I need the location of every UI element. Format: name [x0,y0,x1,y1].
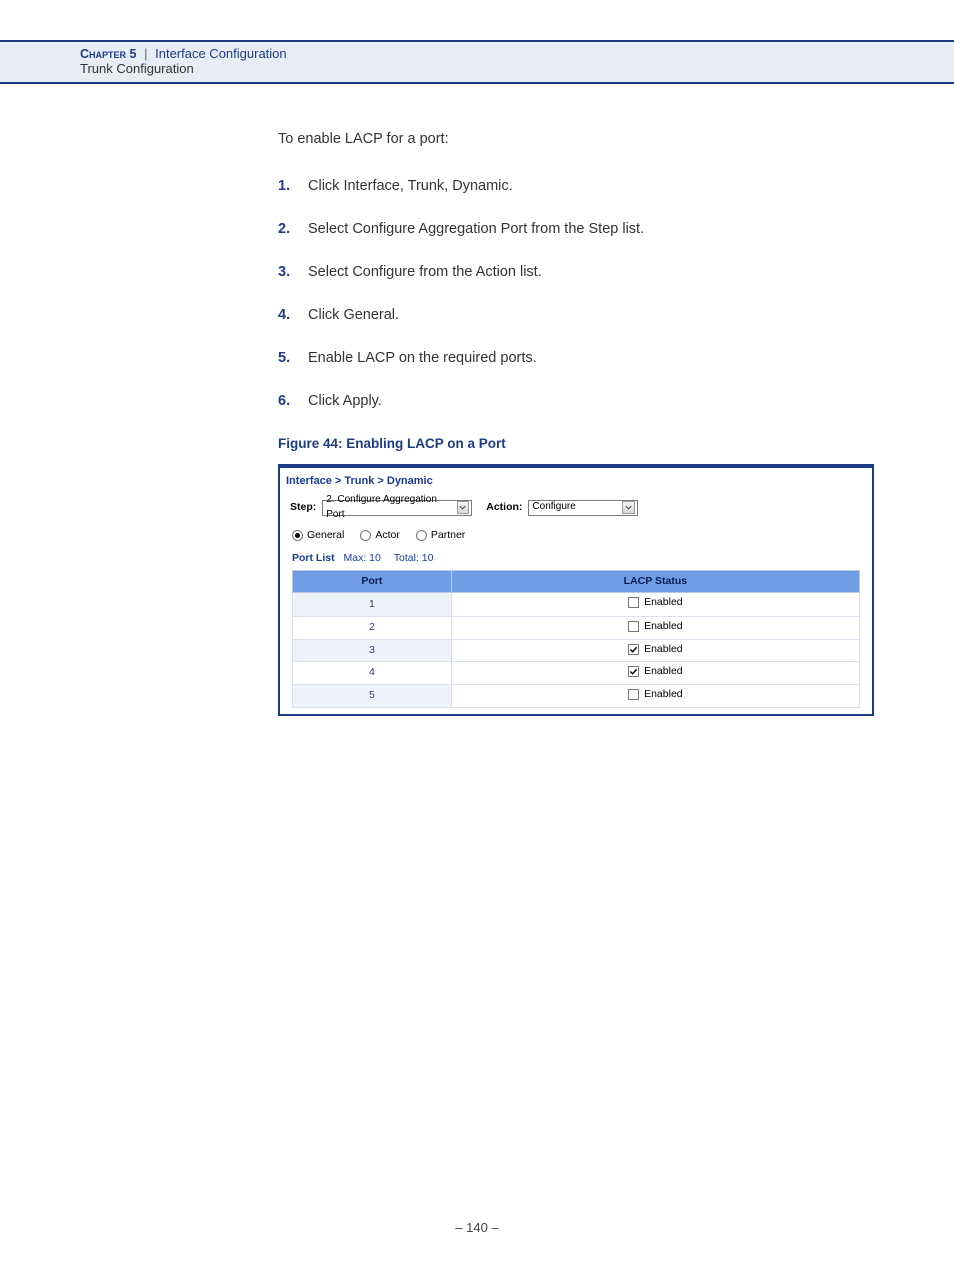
action-select-value: Configure [532,500,575,515]
table-row: 1 Enabled [293,593,860,616]
status-label: Enabled [644,619,683,634]
col-status: LACP Status [451,571,859,593]
chapter-separator: | [144,46,147,61]
radio-actor[interactable]: Actor [360,528,400,543]
step-item: 6.Click Apply. [278,391,874,412]
step-item: 5.Enable LACP on the required ports. [278,348,874,369]
port-table: Port LACP Status 1 Enabled 2 Enabled 3 Enable… [292,570,860,708]
figure-caption: Figure 44: Enabling LACP on a Port [278,434,874,454]
table-row: 2 Enabled [293,616,860,639]
figure-screenshot: Interface > Trunk > Dynamic Step: 2. Con… [278,464,874,716]
status-cell: Enabled [451,684,859,707]
port-list-summary: Port List Max: 10 Total: 10 [280,551,872,570]
port-cell: 5 [293,684,452,707]
section-title: Trunk Configuration [80,61,954,76]
step-select-value: 2. Configure Aggregation Port [326,493,452,522]
chapter-line: Chapter 5 | Interface Configuration [80,46,954,61]
controls-row: Step: 2. Configure Aggregation Port Acti… [280,498,872,526]
table-row: 3 Enabled [293,639,860,661]
port-list-total: Total: 10 [394,552,434,564]
port-cell: 3 [293,639,452,661]
lacp-enabled-checkbox[interactable] [628,689,639,700]
action-label: Action: [486,500,522,515]
step-item: 3.Select Configure from the Action list. [278,262,874,283]
chevron-down-icon [622,501,635,514]
page-number: – 140 – [0,1220,954,1235]
step-label: Step: [290,500,316,515]
steps-list: 1.Click Interface, Trunk, Dynamic. 2.Sel… [278,176,874,412]
port-cell: 2 [293,616,452,639]
col-port: Port [293,571,452,593]
lacp-enabled-checkbox[interactable] [628,597,639,608]
radio-icon [360,530,371,541]
radio-icon [292,530,303,541]
lacp-enabled-checkbox[interactable] [628,621,639,632]
port-cell: 4 [293,662,452,684]
radio-general[interactable]: General [292,528,344,543]
lacp-enabled-checkbox[interactable] [628,666,639,677]
status-label: Enabled [644,642,683,657]
intro-text: To enable LACP for a port: [278,129,874,150]
port-list-label: Port List [292,552,335,564]
status-label: Enabled [644,664,683,679]
step-item: 1.Click Interface, Trunk, Dynamic. [278,176,874,197]
status-cell: Enabled [451,639,859,661]
chapter-label: Chapter 5 [80,47,136,61]
step-item: 4.Click General. [278,305,874,326]
status-label: Enabled [644,595,683,610]
step-item: 2.Select Configure Aggregation Port from… [278,219,874,240]
port-list-max: Max: 10 [344,552,381,564]
table-row: 4 Enabled [293,662,860,684]
page-header: Chapter 5 | Interface Configuration Trun… [0,40,954,84]
port-cell: 1 [293,593,452,616]
radio-group: General Actor Partner [280,526,872,551]
table-row: 5 Enabled [293,684,860,707]
radio-partner[interactable]: Partner [416,528,465,543]
status-label: Enabled [644,687,683,702]
status-cell: Enabled [451,593,859,616]
chapter-title: Interface Configuration [155,46,287,61]
status-cell: Enabled [451,662,859,684]
action-select[interactable]: Configure [528,500,638,516]
lacp-enabled-checkbox[interactable] [628,644,639,655]
chevron-down-icon [457,501,470,514]
step-select[interactable]: 2. Configure Aggregation Port [322,500,472,516]
radio-icon [416,530,427,541]
status-cell: Enabled [451,616,859,639]
